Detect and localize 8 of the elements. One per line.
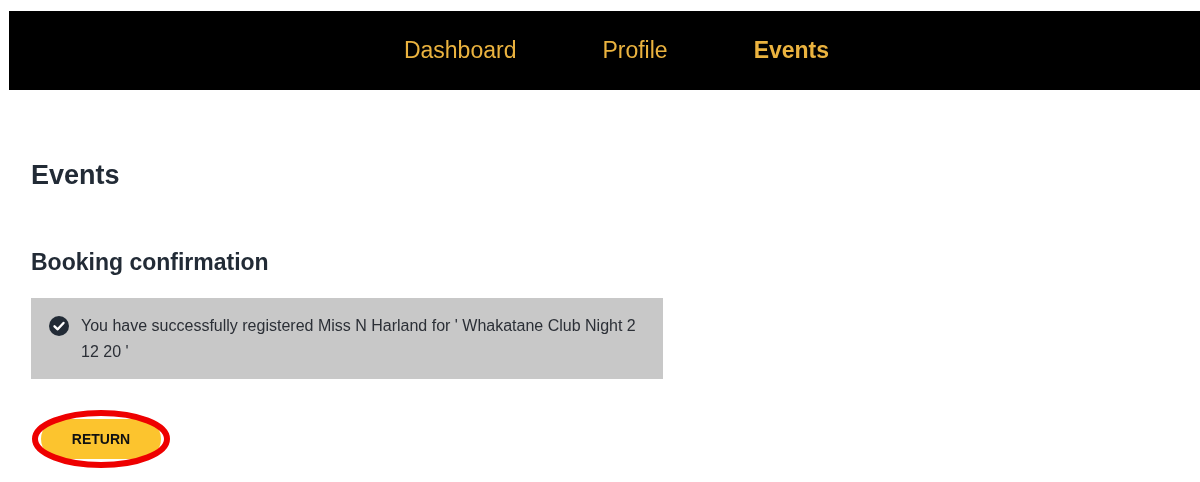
page-title: Events	[31, 160, 121, 191]
check-circle-icon	[49, 316, 69, 336]
section-title: Booking confirmation	[31, 249, 270, 276]
return-button[interactable]: RETURN	[41, 419, 161, 459]
confirmation-message: You have successfully registered Miss N Harland for ' Whakatane Club Night 2 12 20 '	[81, 316, 637, 362]
nav-link[interactable]: Events	[753, 37, 830, 64]
nav-link[interactable]: Profile	[602, 37, 668, 64]
nav-link[interactable]: Dashboard	[403, 37, 517, 64]
